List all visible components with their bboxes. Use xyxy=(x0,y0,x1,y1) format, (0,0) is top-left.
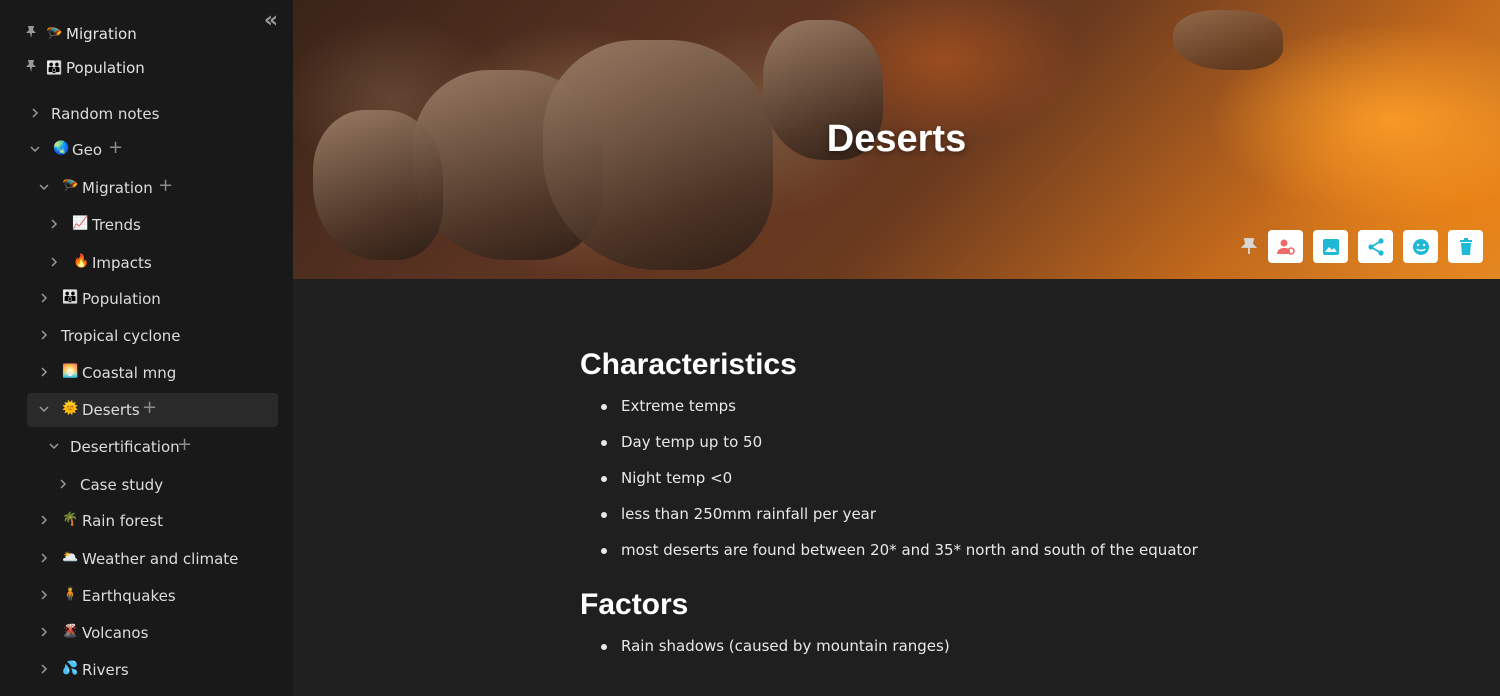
tree-item-coastal-mng[interactable]: 🌅 Coastal mng xyxy=(0,356,293,390)
chevron-down-icon[interactable] xyxy=(47,439,61,453)
tree-item-label: Deserts xyxy=(82,401,140,419)
tree-item-label: Earthquakes xyxy=(82,587,176,605)
chevron-down-icon[interactable] xyxy=(28,142,42,156)
add-page-icon[interactable]: + xyxy=(158,176,173,196)
add-page-icon[interactable]: + xyxy=(142,398,157,418)
chevron-right-icon[interactable] xyxy=(37,551,51,565)
favorite-label: Population xyxy=(66,59,145,77)
delete-button[interactable] xyxy=(1448,230,1483,263)
page-title[interactable]: Deserts xyxy=(293,118,1500,161)
favorite-item-migration[interactable]: 🪂 Migration xyxy=(0,19,293,49)
pin-icon xyxy=(26,60,36,72)
tree-item-trends[interactable]: 📈 Trends xyxy=(0,208,293,242)
chevron-right-icon[interactable] xyxy=(37,365,51,379)
family-icon: 👪 xyxy=(62,290,79,305)
pin-icon[interactable] xyxy=(1240,237,1258,255)
chevron-right-icon[interactable] xyxy=(28,106,42,120)
favorite-emoji: 🪂 xyxy=(46,26,63,42)
bullet-item[interactable]: Day temp up to 50 xyxy=(580,424,1380,460)
tree-item-deserts[interactable]: 🌞 Deserts + xyxy=(0,393,293,427)
chevron-right-icon[interactable] xyxy=(56,477,70,491)
pin-icon xyxy=(26,26,36,38)
tree-item-label: Weather and climate xyxy=(82,550,239,568)
share-button[interactable] xyxy=(1358,230,1393,263)
cloud-icon: 🌥️ xyxy=(62,550,79,565)
palm-tree-icon: 🌴 xyxy=(62,512,79,527)
sunset-icon: 🌅 xyxy=(62,364,79,379)
tree-item-population[interactable]: 👪 Population xyxy=(0,282,293,316)
tree-item-tropical-cyclone[interactable]: Tropical cyclone xyxy=(0,319,293,353)
sun-icon: 🌞 xyxy=(62,401,79,416)
parachute-icon: 🪂 xyxy=(62,179,79,194)
tree-item-weather-and-climate[interactable]: 🌥️ Weather and climate xyxy=(0,542,293,576)
chevron-down-icon[interactable] xyxy=(37,402,51,416)
tree-item-label: Tropical cyclone xyxy=(61,327,181,345)
cover-image: Deserts xyxy=(293,0,1500,279)
tree-item-label: Random notes xyxy=(51,105,160,123)
tree-item-label: Migration xyxy=(82,179,153,197)
emoji-icon xyxy=(1412,238,1429,255)
chevron-down-icon[interactable] xyxy=(37,180,51,194)
person-icon: 🧍 xyxy=(62,587,79,602)
chevron-right-icon[interactable] xyxy=(47,255,61,269)
bullet-list: Extreme temps Day temp up to 50 Night te… xyxy=(580,388,1380,568)
tree-item-volcanos[interactable]: 🌋 Volcanos xyxy=(0,616,293,650)
chevron-right-icon[interactable] xyxy=(37,588,51,602)
share-icon xyxy=(1367,237,1384,256)
tree-item-earthquakes[interactable]: 🧍 Earthquakes xyxy=(0,579,293,613)
image-icon xyxy=(1322,238,1339,255)
add-page-icon[interactable]: + xyxy=(177,435,192,455)
fire-icon: 🔥 xyxy=(73,254,90,269)
tree-item-case-study[interactable]: Case study xyxy=(0,468,293,502)
tree-item-label: Impacts xyxy=(92,254,152,272)
tree-item-label: Volcanos xyxy=(82,624,149,642)
bullet-item[interactable]: less than 250mm rainfall per year xyxy=(580,496,1380,532)
bullet-item[interactable]: most deserts are found between 20* and 3… xyxy=(580,532,1380,568)
globe-icon: 🌏 xyxy=(53,141,70,156)
tree-item-label: Geo xyxy=(72,141,103,159)
bullet-item[interactable]: Night temp <0 xyxy=(580,460,1380,496)
sidebar: « 🪂 Migration 👪 Population Random notes … xyxy=(0,0,293,696)
tree-item-label: Rivers xyxy=(82,661,129,679)
tree-item-label: Rain forest xyxy=(82,512,163,530)
add-page-icon[interactable]: + xyxy=(108,138,123,158)
tree-item-desertification[interactable]: Desertification + xyxy=(0,430,293,464)
favorite-label: Migration xyxy=(66,25,137,43)
tree-item-rain-forest[interactable]: 🌴 Rain forest xyxy=(0,504,293,538)
chevron-right-icon[interactable] xyxy=(47,217,61,231)
tree-item-geo[interactable]: 🌏 Geo + xyxy=(0,133,293,167)
volcano-icon: 🌋 xyxy=(62,624,79,639)
favorite-item-population[interactable]: 👪 Population xyxy=(0,53,293,83)
chart-icon: 📈 xyxy=(72,216,89,231)
section-heading[interactable]: Characteristics xyxy=(580,345,1380,385)
tree-item-label: Population xyxy=(82,290,161,308)
chevron-right-icon[interactable] xyxy=(37,513,51,527)
emoji-button[interactable] xyxy=(1403,230,1438,263)
tree-item-migration[interactable]: 🪂 Migration + xyxy=(0,171,293,205)
tree-item-random-notes[interactable]: Random notes xyxy=(0,97,293,131)
tree-item-rivers[interactable]: 💦 Rivers xyxy=(0,653,293,687)
tree-item-label: Trends xyxy=(92,216,141,234)
user-settings-icon xyxy=(1276,239,1295,255)
chevron-right-icon[interactable] xyxy=(37,625,51,639)
tree-item-label: Case study xyxy=(80,476,164,494)
droplets-icon: 💦 xyxy=(62,661,79,676)
cover-rock-shape xyxy=(1173,10,1283,70)
chevron-right-icon[interactable] xyxy=(37,291,51,305)
tree-item-impacts[interactable]: 🔥 Impacts xyxy=(0,246,293,280)
trash-icon xyxy=(1459,237,1472,255)
bullet-item[interactable]: Extreme temps xyxy=(580,388,1380,424)
page-content[interactable]: Characteristics Extreme temps Day temp u… xyxy=(580,340,1380,664)
chevron-right-icon[interactable] xyxy=(37,662,51,676)
change-cover-button[interactable] xyxy=(1313,230,1348,263)
chevron-right-icon[interactable] xyxy=(37,328,51,342)
tree-item-label: Coastal mng xyxy=(82,364,177,382)
bullet-item[interactable]: Rain shadows (caused by mountain ranges) xyxy=(580,628,1380,664)
bullet-list: Rain shadows (caused by mountain ranges) xyxy=(580,628,1380,664)
section-heading[interactable]: Factors xyxy=(580,585,1380,625)
page-permissions-button[interactable] xyxy=(1268,230,1303,263)
favorite-emoji: 👪 xyxy=(46,60,63,76)
tree-item-label: Desertification xyxy=(70,438,180,456)
